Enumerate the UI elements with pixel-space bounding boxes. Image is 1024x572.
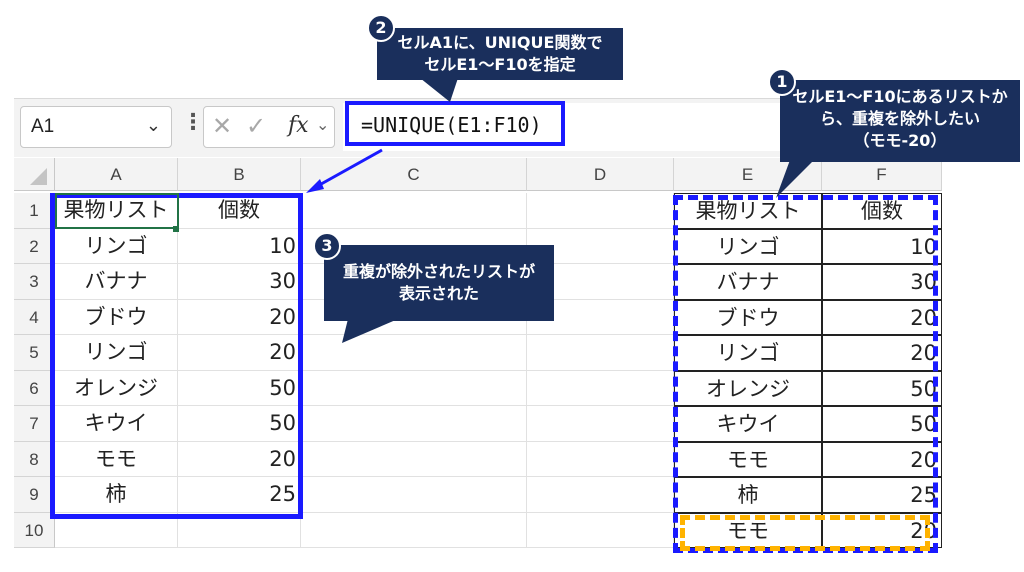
grid-cell[interactable] — [301, 370, 527, 406]
insert-function-icon[interactable]: fx — [288, 113, 309, 138]
grid-cell[interactable] — [527, 193, 674, 229]
callout-2: セルA1に、UNIQUE関数で セルE1～F10を指定 — [377, 28, 623, 80]
column-header-b[interactable]: B — [178, 158, 301, 191]
grid-cell[interactable] — [527, 477, 674, 513]
select-all-corner[interactable] — [14, 158, 55, 191]
chevron-down-icon[interactable]: ⌄ — [316, 115, 329, 134]
grid-cell[interactable] — [301, 193, 527, 229]
callout-3-pointer — [342, 319, 398, 343]
row-header-10[interactable]: 10 — [14, 512, 55, 548]
active-cell-a1[interactable] — [55, 193, 179, 229]
grid-cell[interactable] — [527, 441, 674, 477]
callout-2-line-2: セルE1～F10を指定 — [424, 55, 576, 74]
column-header-a[interactable]: A — [55, 158, 178, 191]
column-header-f[interactable]: F — [822, 158, 942, 191]
grid-cell[interactable] — [301, 406, 527, 442]
callout-3-badge: 3 — [313, 232, 341, 260]
callout-2-line-1: セルA1に、UNIQUE関数で — [397, 33, 603, 52]
grid-cell[interactable] — [301, 441, 527, 477]
callout-3-line-2: 表示された — [398, 284, 479, 303]
callout-3: 重複が除外されたリストが 表示された — [324, 245, 554, 321]
source-highlight-frame — [673, 195, 938, 553]
cancel-icon[interactable]: ✕ — [212, 112, 232, 140]
callout-1-badge: 1 — [768, 68, 796, 96]
grid-cell[interactable] — [301, 512, 527, 548]
grid-cell[interactable] — [527, 370, 674, 406]
callout-3-line-1: 重複が除外されたリストが — [342, 262, 535, 281]
name-box[interactable]: A1 ⌄ — [20, 106, 172, 148]
grid-cell[interactable] — [527, 335, 674, 371]
enter-check-icon[interactable]: ✓ — [246, 112, 266, 140]
callout-1-line-2: ら、重複を除外したい — [819, 109, 980, 128]
row-header-1[interactable]: 1 — [14, 193, 55, 229]
more-options-icon[interactable]: ⋮ — [182, 110, 204, 135]
row-header-4[interactable]: 4 — [14, 299, 55, 335]
row-header-7[interactable]: 7 — [14, 406, 55, 442]
callout-1: セルE1～F10にあるリストか ら、重複を除外したい （モモ-20） — [780, 80, 1020, 162]
callout-2-badge: 2 — [367, 14, 395, 42]
name-box-value: A1 — [31, 116, 55, 137]
row-header-3[interactable]: 3 — [14, 264, 55, 300]
row-header-9[interactable]: 9 — [14, 477, 55, 513]
formula-highlight-frame — [345, 101, 565, 146]
column-header-d[interactable]: D — [527, 158, 674, 191]
callout-1-line-3: （モモ-20） — [853, 131, 947, 150]
row-header-6[interactable]: 6 — [14, 370, 55, 406]
grid-cell[interactable] — [527, 512, 674, 548]
select-all-triangle-icon — [30, 168, 47, 185]
callout-2-pointer — [420, 78, 458, 102]
chevron-down-icon[interactable]: ⌄ — [146, 115, 161, 136]
grid-cell[interactable] — [527, 406, 674, 442]
row-header-5[interactable]: 5 — [14, 335, 55, 371]
row-header-8[interactable]: 8 — [14, 441, 55, 477]
grid-cell[interactable] — [301, 335, 527, 371]
result-highlight-frame — [50, 193, 303, 519]
callout-1-pointer — [776, 160, 814, 198]
callout-1-line-1: セルE1～F10にあるリストか — [792, 87, 1008, 106]
grid-cell[interactable] — [301, 477, 527, 513]
row-header-2[interactable]: 2 — [14, 228, 55, 264]
duplicate-highlight-frame — [680, 515, 930, 551]
formula-controls: ✕ ✓ fx ⌄ — [203, 106, 335, 148]
arrow-formula-to-result — [306, 148, 383, 193]
